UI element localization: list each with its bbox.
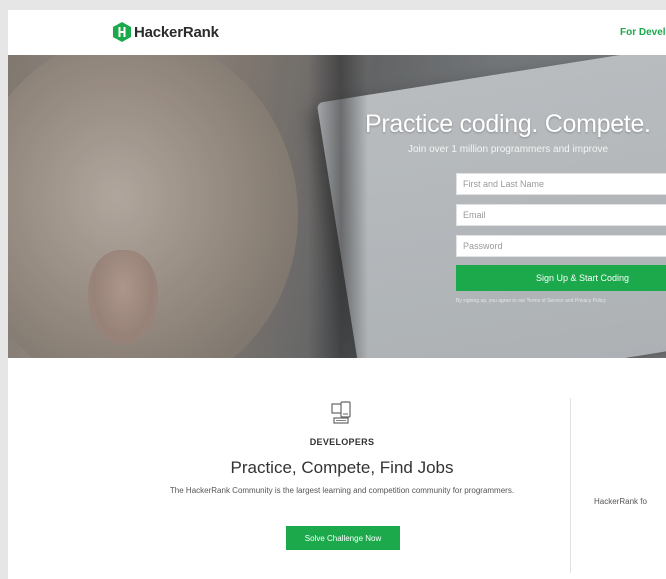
devices-icon bbox=[331, 401, 351, 424]
hero-title: Practice coding. Compete. bbox=[365, 110, 651, 138]
developers-description: The HackerRank Community is the largest … bbox=[169, 486, 515, 495]
password-input[interactable] bbox=[456, 235, 666, 257]
terms-text: By signing up, you agree to our Terms of… bbox=[456, 298, 606, 304]
audience-section: DEVELOPERS Practice, Compete, Find Jobs … bbox=[8, 358, 666, 579]
hero-banner: Practice coding. Compete. Join over 1 mi… bbox=[8, 55, 666, 358]
developers-label: DEVELOPERS bbox=[309, 437, 375, 447]
signup-button[interactable]: Sign Up & Start Coding bbox=[456, 265, 666, 291]
hackerrank-logo-icon bbox=[113, 22, 131, 42]
logo-text: HackerRank bbox=[134, 23, 219, 41]
hackerrank-logo[interactable]: HackerRank bbox=[113, 22, 219, 42]
email-input[interactable] bbox=[456, 204, 666, 226]
companies-description: HackerRank fo bbox=[594, 497, 647, 506]
page: HackerRank For Develo Practice coding. C… bbox=[8, 10, 666, 579]
name-input[interactable] bbox=[456, 173, 666, 195]
nav-for-developers[interactable]: For Develo bbox=[620, 27, 666, 38]
solve-challenge-button[interactable]: Solve Challenge Now bbox=[286, 526, 400, 550]
section-divider bbox=[570, 398, 571, 573]
header: HackerRank For Develo bbox=[8, 10, 666, 56]
developers-title: Practice, Compete, Find Jobs bbox=[230, 458, 454, 477]
hero-subtitle: Join over 1 million programmers and impr… bbox=[408, 144, 609, 155]
